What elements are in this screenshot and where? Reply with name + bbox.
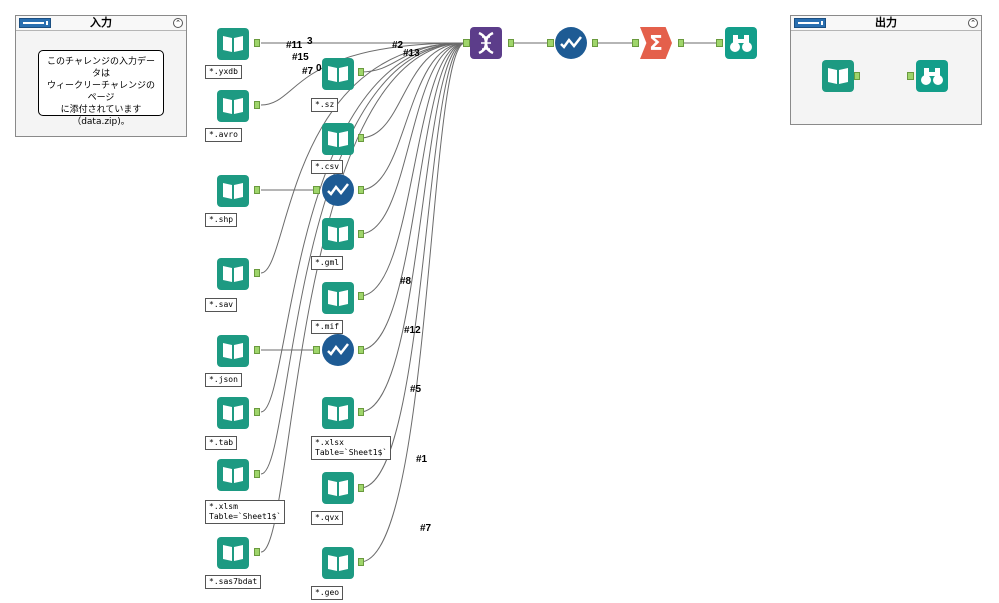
input-tool-sav[interactable]: [217, 258, 249, 290]
output-anchor[interactable]: [254, 39, 260, 47]
annotation-mif: *.mif: [311, 320, 344, 334]
input-container-header[interactable]: 入力 ⌃: [16, 16, 186, 31]
input-tool-geo[interactable]: [322, 547, 354, 579]
browse-tool[interactable]: [725, 27, 757, 59]
annotation-avro: *.avro: [205, 128, 242, 142]
select-input-anchor[interactable]: [313, 186, 320, 194]
select-input-anchor[interactable]: [547, 39, 554, 47]
wire-label: #12: [404, 325, 421, 336]
annotation-csv: *.csv: [311, 160, 344, 174]
input-tool-shp[interactable]: [217, 175, 249, 207]
annotation-sz: *.sz: [311, 98, 339, 112]
wire-label: #15: [292, 52, 309, 63]
select-tool-json[interactable]: [322, 334, 354, 366]
wire-label: #7: [420, 523, 432, 534]
annotation-yxdb: *.yxdb: [205, 65, 242, 79]
browse-tool[interactable]: [916, 60, 948, 92]
annotation-gml: *.gml: [311, 256, 344, 270]
input-tool-yxdb[interactable]: [217, 28, 249, 60]
wire-label: #5: [410, 384, 422, 395]
wire-label: #1: [416, 454, 428, 465]
annotation-sav: *.sav: [205, 298, 238, 312]
input-container[interactable]: 入力 ⌃ このチャレンジの入力データは ウィークリーチャレンジのページ に添付さ…: [15, 15, 187, 137]
annotation-geo: *.geo: [311, 586, 344, 600]
browse-input-anchor[interactable]: [716, 39, 723, 47]
wire-label: 3: [307, 36, 313, 47]
annotation-xlsx: *.xlsx Table=`Sheet1$`: [311, 436, 392, 460]
collapse-icon[interactable]: ⌃: [173, 18, 183, 28]
input-tool-qvx[interactable]: [322, 472, 354, 504]
select-tool[interactable]: [555, 27, 587, 59]
output-anchor[interactable]: [358, 558, 364, 566]
output-anchor[interactable]: [358, 186, 364, 194]
union-tool[interactable]: [470, 27, 502, 59]
union-output-anchor[interactable]: [508, 39, 514, 47]
annotation-json: *.json: [205, 373, 242, 387]
input-tool-json[interactable]: [217, 335, 249, 367]
input-tool-sz[interactable]: [322, 58, 354, 90]
input-tool-sas7bdat[interactable]: [217, 537, 249, 569]
annotation-sas7bdat: *.sas7bdat: [205, 575, 262, 589]
output-container[interactable]: 出力 ⌃: [790, 15, 982, 125]
output-anchor[interactable]: [254, 548, 260, 556]
annotation-tab: *.tab: [205, 436, 238, 450]
input-tool[interactable]: [822, 60, 854, 92]
input-tool-xlsm[interactable]: [217, 459, 249, 491]
wire-label: #2: [392, 40, 404, 51]
output-container-title: 出力: [875, 16, 897, 29]
annotation-xlsm: *.xlsm Table=`Sheet1$`: [205, 500, 286, 524]
output-anchor[interactable]: [358, 68, 364, 76]
container-icon: [19, 18, 51, 28]
wire-label: #8: [400, 276, 412, 287]
select-input-anchor[interactable]: [313, 346, 320, 354]
output-anchor[interactable]: [358, 408, 364, 416]
summarize-output-anchor[interactable]: [678, 39, 684, 47]
output-anchor[interactable]: [358, 292, 364, 300]
input-tool-mif[interactable]: [322, 282, 354, 314]
select-tool-shp[interactable]: [322, 174, 354, 206]
summarize-input-anchor[interactable]: [632, 39, 639, 47]
output-anchor[interactable]: [854, 72, 860, 80]
annotation-shp: *.shp: [205, 213, 238, 227]
input-container-title: 入力: [90, 16, 112, 29]
output-anchor[interactable]: [254, 269, 260, 277]
output-anchor[interactable]: [254, 101, 260, 109]
input-anchor[interactable]: [907, 72, 914, 80]
output-anchor[interactable]: [254, 408, 260, 416]
input-tool-avro[interactable]: [217, 90, 249, 122]
output-anchor[interactable]: [358, 230, 364, 238]
input-comment: このチャレンジの入力データは ウィークリーチャレンジのページ に添付されています…: [38, 50, 164, 127]
collapse-icon[interactable]: ⌃: [968, 18, 978, 28]
wire-label: #13: [403, 48, 420, 59]
output-container-header[interactable]: 出力 ⌃: [791, 16, 981, 31]
output-anchor[interactable]: [254, 470, 260, 478]
container-icon: [794, 18, 826, 28]
input-tool-tab[interactable]: [217, 397, 249, 429]
input-tool-gml[interactable]: [322, 218, 354, 250]
annotation-qvx: *.qvx: [311, 511, 344, 525]
wire-label: 0: [316, 63, 322, 74]
output-anchor[interactable]: [358, 346, 364, 354]
output-anchor[interactable]: [358, 484, 364, 492]
select-output-anchor[interactable]: [592, 39, 598, 47]
output-anchor[interactable]: [254, 186, 260, 194]
output-anchor[interactable]: [358, 134, 364, 142]
input-tool-csv[interactable]: [322, 123, 354, 155]
output-anchor[interactable]: [254, 346, 260, 354]
wire-label: #7: [302, 66, 314, 77]
union-input-anchor[interactable]: [463, 39, 470, 47]
input-tool-xlsx[interactable]: [322, 397, 354, 429]
wire-label: #11: [286, 40, 303, 51]
